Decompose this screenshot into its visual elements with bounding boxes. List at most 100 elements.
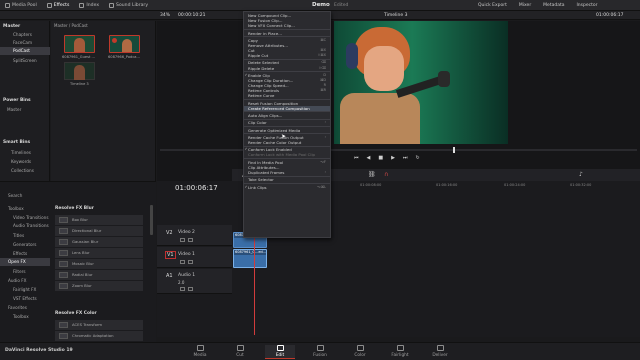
power-bin-master[interactable]: Master	[7, 107, 21, 112]
smart-bin-keywords[interactable]: Keywords	[11, 159, 31, 164]
fx-radial-blur[interactable]: Radial Blur	[55, 270, 143, 280]
bin-splitscreen[interactable]: SplitScreen	[13, 58, 37, 63]
skip-back-icon[interactable]: ⏮	[354, 155, 359, 161]
tree-favorites[interactable]: Favorites	[8, 305, 27, 310]
menu-render-cache-color-output[interactable]: Render Cache Color Output	[244, 140, 330, 145]
tree-toolbox[interactable]: Toolbox	[8, 206, 24, 211]
menu-ripple-delete[interactable]: Ripple Delete ⇧⌫	[244, 66, 330, 71]
ruler-mark: 01:00:32:00	[570, 183, 592, 187]
page-tab-fairlight[interactable]: Fairlight	[385, 345, 415, 358]
page-tab-media[interactable]: Media	[185, 345, 215, 358]
volume-icon[interactable]: ♪	[579, 171, 583, 178]
lock-icon[interactable]	[180, 238, 185, 242]
page-tab-deliver[interactable]: Deliver	[425, 345, 455, 358]
project-title: Demo	[312, 2, 330, 8]
play-reverse-icon[interactable]: ◀	[367, 155, 371, 161]
ruler-mark: 01:00:08:00	[360, 183, 382, 187]
page-tab-edit[interactable]: Edit	[265, 345, 295, 359]
fx-directional-blur[interactable]: Directional Blur	[55, 226, 143, 236]
lock-icon[interactable]	[180, 260, 185, 264]
loop-icon[interactable]: ↻	[415, 155, 419, 161]
inspector-button[interactable]: Inspector	[576, 3, 597, 8]
menu-generate-optimized-media[interactable]: Generate Optimized Media	[244, 128, 330, 133]
tree-effects[interactable]: Effects	[13, 251, 27, 256]
tree-fairlight-fx[interactable]: Fairlight FX	[13, 287, 36, 292]
solo-icon[interactable]	[188, 287, 193, 291]
effects-toggle[interactable]: Effects	[42, 0, 75, 11]
project-status: Edited	[334, 3, 349, 8]
app-name: DaVinci Resolve Studio 19	[5, 348, 73, 353]
menu-duplicated-frames[interactable]: Duplicated Frames ›	[244, 170, 330, 175]
smart-bin-timelines[interactable]: Timelines	[11, 150, 31, 155]
mute-icon[interactable]	[180, 287, 185, 291]
clip-thumbnail-guest[interactable]	[64, 35, 95, 53]
tree-open-fx[interactable]: Open FX	[0, 258, 50, 266]
menu-clip-color[interactable]: Clip Color ›	[244, 120, 330, 125]
smart-bins-header[interactable]: Smart Bins	[3, 140, 30, 145]
play-icon[interactable]: ▶	[391, 155, 395, 161]
index-toggle[interactable]: Index	[74, 0, 104, 11]
menu-take-selector[interactable]: Take Selector	[244, 177, 330, 182]
zoom-level[interactable]: 34%	[160, 13, 170, 18]
fx-aces-transform[interactable]: ACES Transform	[55, 320, 143, 330]
skip-forward-icon[interactable]: ⏭	[403, 155, 408, 161]
quick-export-button[interactable]: Quick Export	[478, 3, 507, 8]
snap-icon[interactable]: ∩	[384, 171, 388, 178]
tree-audio-transitions[interactable]: Audio Transitions	[13, 223, 49, 228]
bin-facecam[interactable]: FaceCam	[13, 40, 32, 45]
sound-library-toggle[interactable]: Sound Library	[104, 0, 153, 11]
eye-icon[interactable]	[188, 260, 193, 264]
bin-master[interactable]: Master	[3, 24, 20, 29]
menu-create-referenced-composition[interactable]: Create Referenced Composition	[244, 105, 330, 111]
tree-video-transitions[interactable]: Video Transitions	[13, 215, 49, 220]
fx-lens-blur[interactable]: Lens Blur	[55, 248, 143, 258]
bin-chapters[interactable]: Chapters	[13, 32, 32, 37]
fx-thumbnail-icon	[59, 260, 68, 267]
fx-mosaic-blur[interactable]: Mosaic Blur	[55, 259, 143, 269]
mixer-button[interactable]: Mixer	[519, 3, 531, 8]
metadata-button[interactable]: Metadata	[543, 3, 564, 8]
menu-new-vfx-connect-clip[interactable]: New VFX Connect Clip...	[244, 23, 330, 28]
effects-scrollbar[interactable]	[150, 205, 153, 235]
menu-retime-curve[interactable]: Retime Curve	[244, 93, 330, 98]
menu-auto-align-clips[interactable]: Auto Align Clips...	[244, 113, 330, 118]
smart-bin-collections[interactable]: Collections	[11, 168, 34, 173]
tree-audio-fx[interactable]: Audio FX	[8, 278, 27, 283]
fx-group-blur-title: Resolve FX Blur	[55, 206, 94, 211]
link-icon[interactable]: ⛓	[368, 171, 376, 178]
tree-generators[interactable]: Generators	[13, 242, 36, 247]
fx-box-blur[interactable]: Box Blur	[55, 215, 143, 225]
timeline-ruler[interactable]: 01:00:00:00 01:00:08:00 01:00:16:00 01:0…	[298, 183, 640, 191]
menu-ripple-cut[interactable]: Ripple Cut ⇧⌘X	[244, 53, 330, 58]
page-tab-color[interactable]: Color	[345, 345, 375, 358]
page-tab-fusion[interactable]: Fusion	[305, 345, 335, 358]
track-id[interactable]: V1	[165, 251, 176, 259]
timeline-clip-v1[interactable]: 6087961_G...ed...	[233, 249, 267, 268]
scrubber-handle[interactable]	[453, 147, 455, 153]
fx-zoom-blur[interactable]: Zoom Blur	[55, 281, 143, 291]
clip-thumbnail-podcast[interactable]	[109, 35, 140, 53]
tree-toolbox-fav[interactable]: Toolbox	[13, 314, 29, 319]
clip-context-menu: New Compound Clip... New Fusion Clip... …	[243, 11, 331, 238]
timeline-name[interactable]: Timeline 3	[384, 13, 407, 18]
bin-podcast[interactable]: PodCast	[0, 47, 50, 55]
tree-titles[interactable]: Titles	[13, 233, 24, 238]
tree-filters[interactable]: Filters	[13, 269, 26, 274]
menu-render-in-place[interactable]: Render in Place...	[244, 31, 330, 36]
top-right-toolbar: Quick Export Mixer Metadata Inspector	[478, 0, 597, 11]
viewer-scrubber[interactable]	[160, 149, 637, 151]
power-bins-header[interactable]: Power Bins	[3, 98, 31, 103]
eye-icon[interactable]	[188, 238, 193, 242]
menu-link-clips[interactable]: ✓ Link Clips ⌥⌘L	[244, 185, 330, 190]
tree-vst-effects[interactable]: VST Effects	[13, 296, 37, 301]
menu-conform-lock-media-pool: Conform Lock with Media Pool Clip	[248, 152, 316, 158]
timeline-thumbnail[interactable]	[64, 62, 95, 80]
effects-search-label[interactable]: Search	[8, 193, 22, 198]
media-pool-toggle[interactable]: Media Pool	[0, 0, 42, 11]
fx-thumbnail-icon	[59, 321, 68, 328]
fx-gaussian-blur[interactable]: Gaussian Blur	[55, 237, 143, 247]
fx-chromatic-adaptation[interactable]: Chromatic Adaptation	[55, 331, 143, 341]
fx-thumbnail-icon	[59, 216, 68, 223]
stop-icon[interactable]: ■	[378, 155, 383, 161]
page-tab-cut[interactable]: Cut	[225, 345, 255, 358]
